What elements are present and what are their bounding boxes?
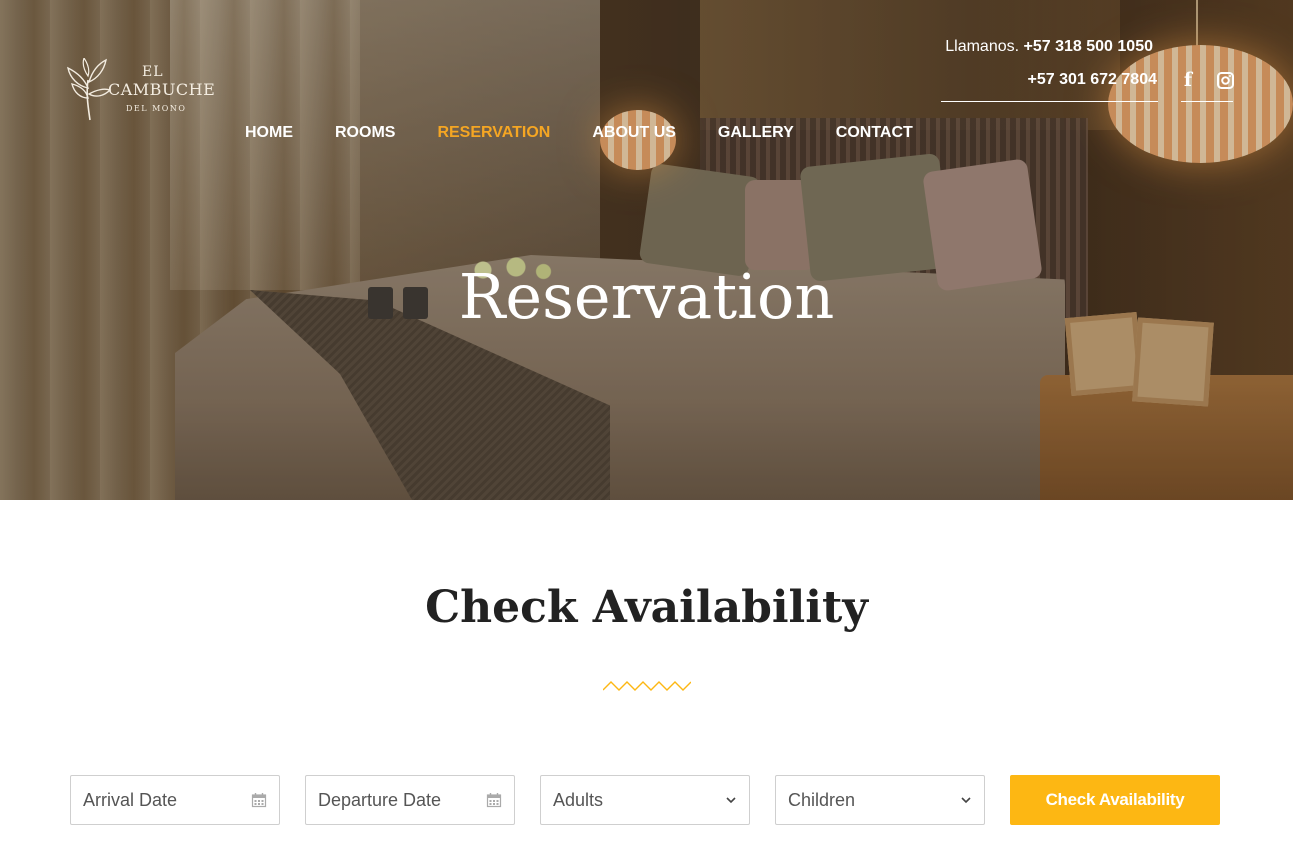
- adults-select[interactable]: Adults: [540, 775, 750, 825]
- main-nav: HOME ROOMS RESERVATION ABOUT US GALLERY …: [245, 124, 955, 142]
- arrival-date-placeholder: Arrival Date: [83, 789, 178, 810]
- nav-item-about-us[interactable]: ABOUT US: [592, 124, 676, 142]
- chevron-down-icon: [726, 797, 736, 804]
- contact-phone-line-2: +57 301 672 7804: [1028, 71, 1157, 89]
- children-selected-value: Children: [788, 789, 856, 810]
- nav-item-home[interactable]: HOME: [245, 124, 293, 142]
- contact-divider: [941, 101, 1158, 102]
- page-title: Reservation: [458, 260, 835, 333]
- nav-item-contact[interactable]: CONTACT: [836, 124, 913, 142]
- children-select[interactable]: Children: [775, 775, 985, 825]
- departure-date-field[interactable]: Departure Date: [305, 775, 515, 825]
- site-logo[interactable]: EL CAMBUCHE DEL MONO: [66, 58, 215, 122]
- check-availability-button[interactable]: Check Availability: [1010, 775, 1220, 825]
- section-title: Check Availability: [425, 582, 868, 633]
- logo-text-name: CAMBUCHE: [108, 80, 216, 99]
- contact-phone-1[interactable]: +57 318 500 1050: [1024, 38, 1153, 55]
- departure-date-placeholder: Departure Date: [318, 789, 442, 810]
- instagram-glyph: [1216, 71, 1234, 89]
- contact-phone-line-1: Llamanos. +57 318 500 1050: [945, 38, 1153, 56]
- arrival-date-field[interactable]: Arrival Date: [70, 775, 280, 825]
- logo-text-el: EL: [142, 64, 164, 80]
- zigzag-divider-icon: [603, 681, 691, 691]
- facebook-icon[interactable]: f: [1178, 69, 1198, 91]
- chevron-down-icon: [961, 797, 971, 804]
- heliconia-leaf-icon: [67, 58, 112, 121]
- nav-item-gallery[interactable]: GALLERY: [718, 124, 794, 142]
- logo-text-sub: DEL MONO: [126, 104, 187, 113]
- nav-item-reservation[interactable]: RESERVATION: [437, 124, 550, 142]
- social-divider: [1181, 101, 1233, 102]
- calendar-icon: [251, 793, 267, 808]
- adults-selected-value: Adults: [553, 789, 604, 810]
- nav-item-rooms[interactable]: ROOMS: [335, 124, 395, 142]
- contact-label: Llamanos.: [945, 38, 1020, 55]
- instagram-icon[interactable]: [1215, 70, 1235, 90]
- calendar-icon: [486, 793, 502, 808]
- contact-phone-2[interactable]: +57 301 672 7804: [1028, 71, 1157, 88]
